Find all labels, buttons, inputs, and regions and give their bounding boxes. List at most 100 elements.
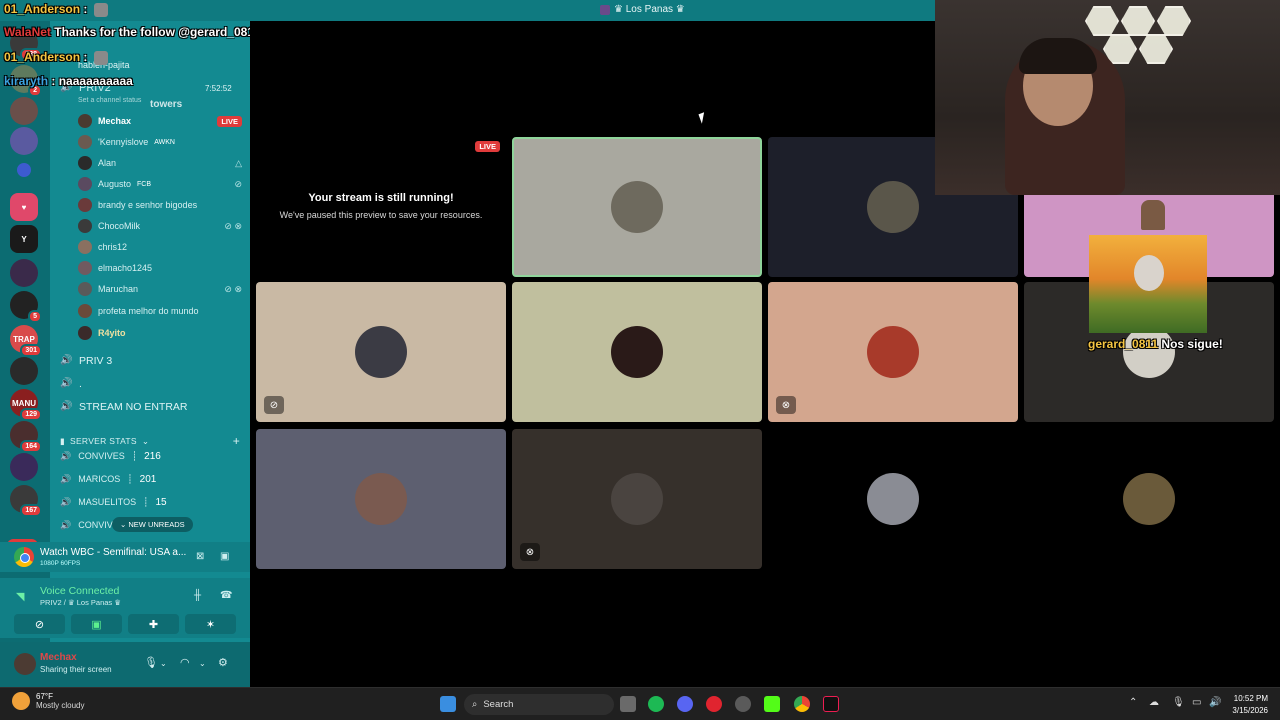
participant-tile[interactable]: ⊘	[256, 282, 506, 422]
server-icon-trap[interactable]: TRAP 301	[10, 325, 42, 357]
voice-status[interactable]: Voice Connected	[40, 585, 119, 597]
follow-message: Nos sigue!	[1161, 337, 1223, 351]
participant-tile[interactable]	[512, 282, 762, 422]
noise-suppression-icon[interactable]: ╫	[194, 590, 201, 601]
member-row[interactable]: elmacho1245	[78, 258, 242, 278]
clock-time: 10:52 PM	[1233, 694, 1268, 703]
participant-tile[interactable]: ⊗	[768, 282, 1018, 422]
task-view-icon[interactable]	[620, 696, 636, 712]
server-icon-5[interactable]	[17, 163, 31, 177]
follow-alert-image	[1089, 235, 1207, 333]
stat-channel[interactable]: 🔊 CONVIVES ┊ 216	[60, 447, 242, 465]
avatar	[611, 326, 663, 378]
member-row[interactable]: Augusto FCB ⊘	[78, 174, 242, 194]
badge: 164	[20, 440, 42, 453]
stat-label: MASUELITOS	[78, 497, 137, 507]
participant-tile[interactable]	[1024, 429, 1274, 569]
chevron-down-icon[interactable]: ⌄	[199, 659, 206, 668]
member-row[interactable]: Alan △	[78, 153, 242, 173]
headphones-icon[interactable]: ◠	[180, 656, 190, 669]
volume-icon[interactable]: 🔊	[1209, 697, 1221, 708]
kick-icon[interactable]	[764, 696, 780, 712]
mic-icon[interactable]: 🎙	[144, 656, 158, 669]
chat-text: naaaaaaaaaa	[58, 74, 133, 88]
soundboard-button[interactable]: ✶	[185, 614, 236, 634]
participant-tile[interactable]	[512, 137, 762, 277]
weather-icon	[12, 692, 30, 710]
network-icon[interactable]: ▭	[1192, 697, 1201, 708]
member-row[interactable]: 'Kennyislove AWKN	[78, 132, 242, 152]
new-unreads-button[interactable]: ⌄ NEW UNREADS	[112, 517, 193, 532]
spotify-icon[interactable]	[648, 696, 664, 712]
server-icon-manu[interactable]: MANU 129	[10, 389, 42, 421]
voice-channel-priv3[interactable]: 🔊 PRIV 3	[60, 351, 242, 371]
participant-tile[interactable]	[256, 429, 506, 569]
stat-channel[interactable]: 🔊 MARICOS ┊ 201	[60, 470, 242, 488]
start-icon[interactable]	[440, 696, 456, 712]
participant-tile[interactable]	[768, 429, 1018, 569]
member-name: Augusto	[98, 179, 132, 189]
add-channel-icon[interactable]: +	[233, 434, 240, 448]
divider: ┊	[143, 496, 149, 507]
mic-muted-icon: ⊘ ⊗	[224, 220, 242, 231]
server-icon-3[interactable]	[10, 97, 38, 125]
mic-tray-icon[interactable]: 🎙	[1172, 697, 1185, 708]
user-name[interactable]: Mechax	[40, 652, 77, 663]
chevron-down-icon[interactable]: ⌄	[160, 659, 167, 668]
voice-channel-stream[interactable]: 🔊 STREAM NO ENTRAR	[60, 397, 242, 417]
avatar[interactable]	[14, 653, 36, 675]
hex-light	[1085, 6, 1119, 36]
disconnect-icon[interactable]: ☎	[220, 590, 232, 601]
discord-icon[interactable]	[677, 696, 693, 712]
chrome-icon[interactable]	[794, 696, 810, 712]
member-row[interactable]: Mechax LIVE	[78, 111, 242, 131]
member-row[interactable]: chris12	[78, 237, 242, 257]
member-row[interactable]: ChocoMilk ⊘ ⊗	[78, 216, 242, 236]
server-label: MANU	[12, 398, 36, 408]
clock-date: 3/15/2026	[1232, 706, 1268, 715]
activity-panel[interactable]: Watch WBC - Semifinal: USA a... 1080P 60…	[0, 542, 250, 572]
chevron-up-icon[interactable]: ⌃	[1129, 697, 1137, 708]
voice-channel-dot[interactable]: 🔊 .	[60, 374, 242, 394]
member-row[interactable]: R4yito	[78, 323, 242, 343]
server-icon-4[interactable]	[10, 127, 38, 155]
weather-widget[interactable]: 67°F Mostly cloudy	[12, 692, 84, 710]
tiktok-icon[interactable]	[823, 696, 839, 712]
server-icon-9[interactable]: 5	[10, 291, 42, 323]
avatar	[355, 473, 407, 525]
opera-icon[interactable]	[706, 696, 722, 712]
voice-location[interactable]: PRIV2 / ♛ Los Panas ♛	[40, 598, 121, 607]
member-row[interactable]: brandy e senhor bigodes	[78, 195, 242, 215]
avatar	[78, 282, 92, 296]
paused-preview[interactable]: LIVE Your stream is still running! We've…	[256, 137, 506, 275]
avatar	[867, 326, 919, 378]
camera-button[interactable]: ⊘	[14, 614, 65, 634]
gear-icon[interactable]: ⚙	[218, 656, 228, 669]
server-icon-10[interactable]	[10, 357, 38, 385]
stat-channel[interactable]: 🔊 MASUELITOS ┊ 15	[60, 493, 242, 511]
screen-share-button[interactable]: ▣	[71, 614, 122, 634]
member-row[interactable]: Maruchan ⊘ ⊗	[78, 279, 242, 299]
clock[interactable]: 10:52 PM 3/15/2026	[1232, 693, 1268, 717]
participant-tile[interactable]: ⊗	[512, 429, 762, 569]
member-name: Mechax	[98, 116, 132, 126]
server-icon-7[interactable]: Y	[10, 225, 38, 253]
chat-sep: :	[51, 74, 56, 88]
stop-stream-icon[interactable]: ⊠	[196, 551, 204, 562]
server-icon-11[interactable]: 164	[10, 421, 42, 453]
member-row[interactable]: profeta melhor do mundo	[78, 301, 242, 321]
member-name: Maruchan	[98, 284, 139, 294]
obs-icon[interactable]	[735, 696, 751, 712]
new-unreads-label: NEW UNREADS	[128, 520, 185, 529]
activities-button[interactable]: ✚	[128, 614, 179, 634]
cloud-icon[interactable]: ☁	[1149, 697, 1159, 708]
chat-user: 01_Anderson	[4, 50, 81, 64]
divider: ┊	[127, 473, 133, 484]
search-box[interactable]: ⌕ Search	[464, 694, 614, 715]
channel-label: PRIV 3	[79, 355, 113, 367]
server-icon-12[interactable]	[10, 453, 38, 481]
popout-icon[interactable]: ▣	[220, 551, 229, 562]
server-icon-8[interactable]	[10, 259, 38, 287]
server-icon-6[interactable]: ♥	[10, 193, 38, 221]
server-icon-13[interactable]: 167	[10, 485, 42, 517]
